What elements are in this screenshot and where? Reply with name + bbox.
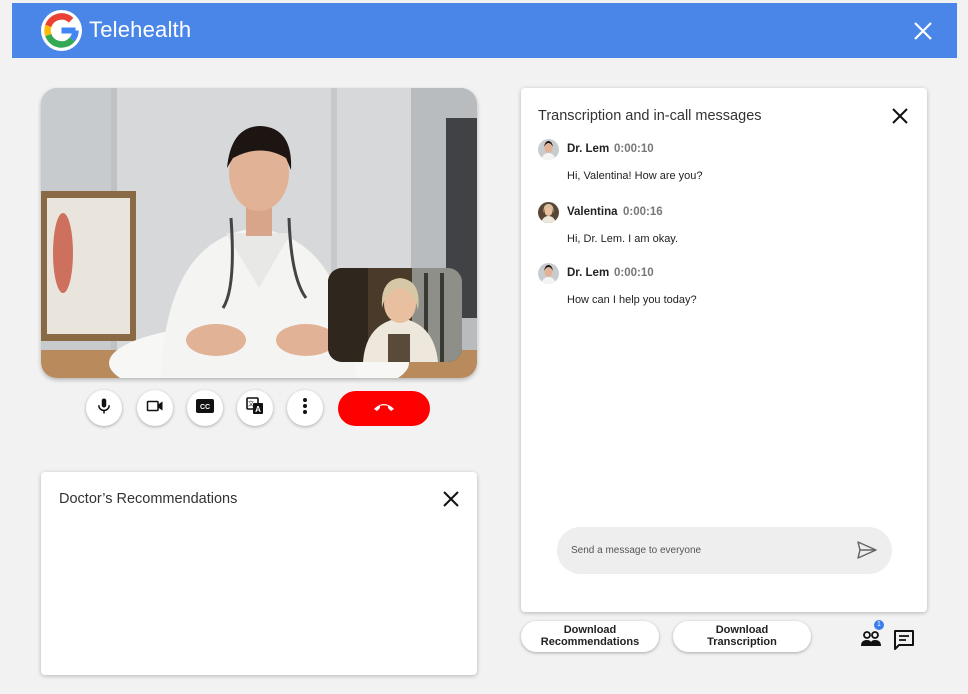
message-input[interactable] (571, 542, 841, 558)
closed-captions-icon: CC (196, 398, 214, 418)
download-transcription-label-line2: Transcription (707, 636, 777, 648)
more-vert-icon (302, 397, 308, 420)
message-sender: Dr. Lem (567, 267, 610, 279)
download-transcription-button[interactable]: Download Transcription (673, 621, 811, 652)
message-sender: Dr. Lem (567, 143, 610, 155)
google-logo (41, 10, 82, 51)
download-recommendations-button[interactable]: Download Recommendations (521, 621, 659, 652)
message-timestamp: 0:00:16 (623, 206, 663, 218)
video-camera-icon (145, 397, 165, 420)
microphone-icon (95, 397, 113, 420)
message-sender: Valentina (567, 206, 618, 218)
avatar (538, 202, 559, 223)
message-text: How can I help you today? (567, 294, 697, 306)
close-icon[interactable] (890, 106, 910, 126)
more-options-button[interactable] (287, 390, 323, 426)
close-icon[interactable] (441, 489, 461, 509)
chat-icon (893, 630, 915, 655)
top-bar: Telehealth (12, 3, 957, 58)
translate-icon: A文 (246, 396, 264, 420)
recommendations-title: Doctor’s Recommendations (59, 491, 238, 507)
transcription-panel: Transcription and in-call messages Dr. L… (521, 88, 927, 612)
close-icon[interactable] (911, 19, 935, 43)
svg-text:CC: CC (200, 404, 210, 411)
svg-text:文: 文 (248, 400, 254, 408)
message-text: Hi, Valentina! How are you? (567, 170, 703, 182)
participants-count-badge: 1 (874, 620, 884, 630)
chat-button[interactable] (893, 629, 915, 651)
download-recommendations-label-line1: Download (563, 624, 617, 636)
message-text: Hi, Dr. Lem. I am okay. (567, 233, 679, 245)
send-button[interactable] (856, 540, 878, 560)
captions-button[interactable]: CC (187, 390, 223, 426)
download-recommendations-label-line2: Recommendations (540, 636, 640, 648)
transcription-title: Transcription and in-call messages (538, 108, 762, 124)
camera-button[interactable] (137, 390, 173, 426)
recommendations-panel: Doctor’s Recommendations (41, 472, 477, 675)
people-icon (859, 631, 883, 652)
send-icon (856, 541, 878, 564)
download-transcription-label-line1: Download (715, 624, 769, 636)
message-timestamp: 0:00:10 (614, 143, 654, 155)
avatar (538, 139, 559, 160)
app-title: Telehealth (89, 17, 192, 42)
call-end-icon (372, 400, 396, 418)
avatar (538, 263, 559, 284)
message-timestamp: 0:00:10 (614, 267, 654, 279)
message-composer (557, 527, 892, 574)
microphone-button[interactable] (86, 390, 122, 426)
patient-video-thumbnail[interactable] (328, 268, 462, 362)
translate-button[interactable]: A文 (237, 390, 273, 426)
svg-text:A: A (255, 405, 261, 414)
end-call-button[interactable] (338, 391, 430, 426)
